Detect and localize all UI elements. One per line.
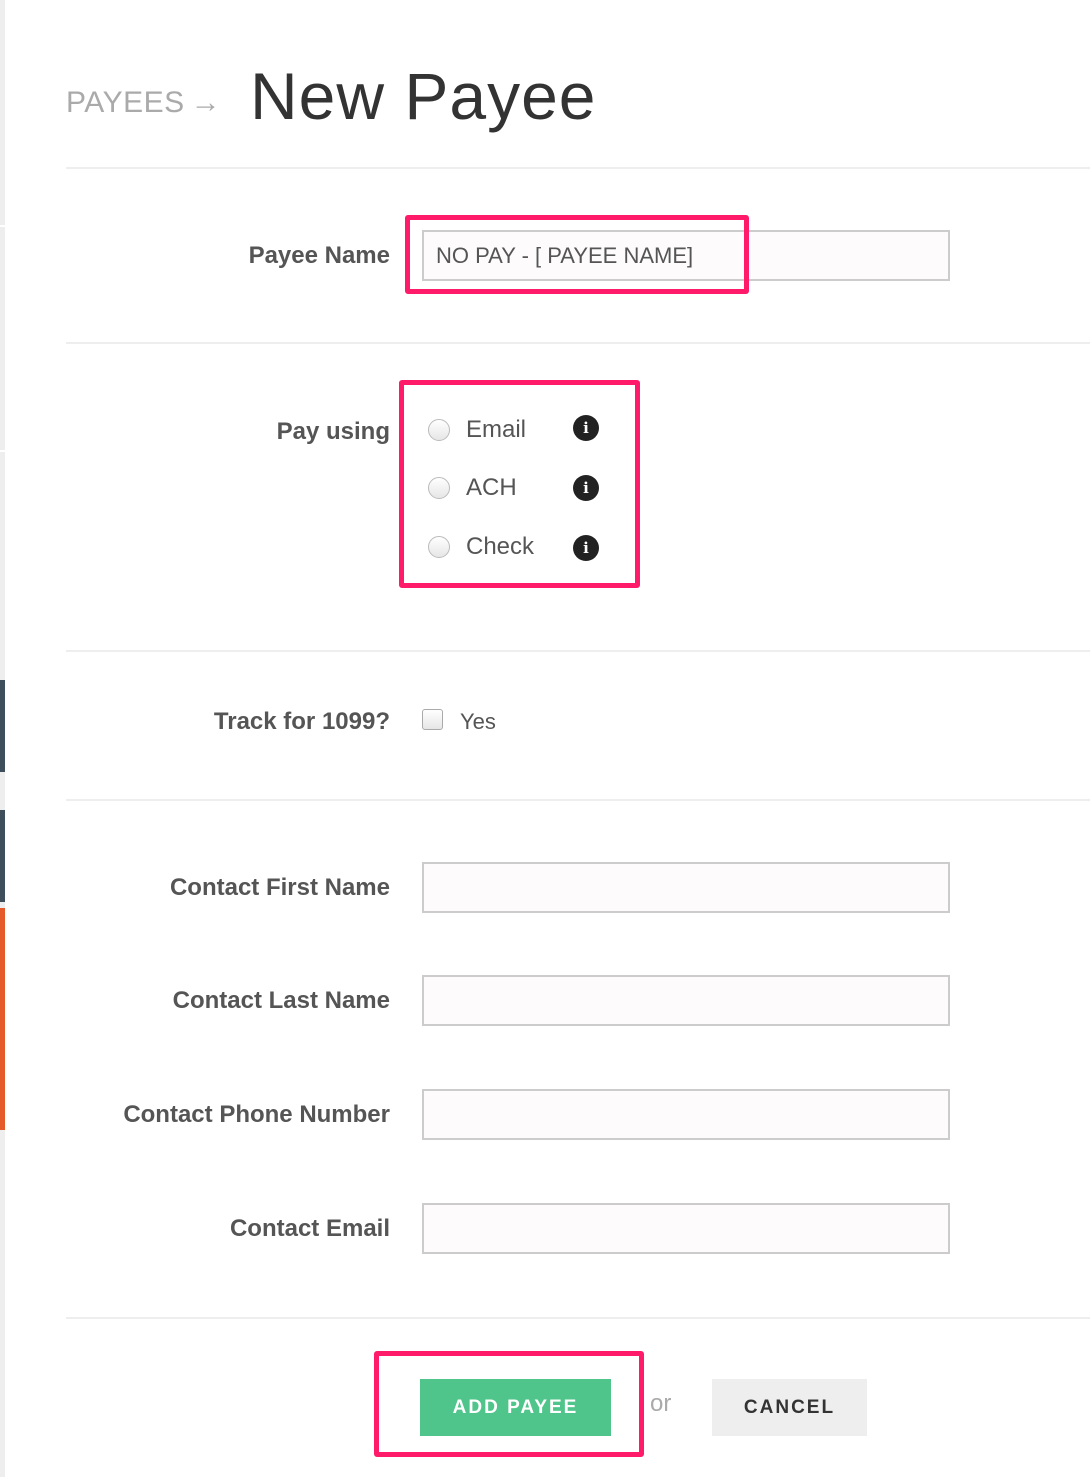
pay-using-label: Pay using: [276, 418, 390, 445]
contact-phone-input[interactable]: [422, 1089, 950, 1140]
contact-first-name-input[interactable]: [422, 862, 950, 913]
divider: [66, 799, 1090, 801]
divider: [66, 342, 1090, 344]
page-title: New Payee: [250, 59, 597, 133]
sidebar-tab-dark[interactable]: [0, 810, 5, 902]
contact-first-name-label: Contact First Name: [169, 874, 390, 901]
contact-last-name-label: Contact Last Name: [172, 987, 390, 1014]
cancel-button[interactable]: CANCEL: [712, 1379, 867, 1436]
payee-name-highlight: [405, 215, 749, 294]
contact-email-label: Contact Email: [229, 1215, 390, 1242]
add-payee-highlight: [374, 1351, 644, 1457]
contact-last-name-input[interactable]: [422, 975, 950, 1026]
breadcrumb-payees-link[interactable]: PAYEES: [66, 86, 185, 119]
track-1099-checkbox[interactable]: [422, 709, 443, 730]
or-separator: or: [650, 1390, 672, 1417]
sidebar-divider: [0, 225, 5, 227]
left-sidebar-strip: [0, 0, 5, 1477]
contact-phone-label: Contact Phone Number: [123, 1101, 390, 1128]
breadcrumb: PAYEES →: [66, 86, 221, 120]
sidebar-divider: [0, 450, 5, 452]
sidebar-tab-orange[interactable]: [0, 908, 5, 1130]
divider: [66, 167, 1090, 169]
payee-name-label: Payee Name: [248, 242, 390, 269]
divider: [66, 650, 1090, 652]
pay-using-highlight: [399, 380, 640, 588]
divider: [66, 1317, 1090, 1319]
sidebar-tab-dark[interactable]: [0, 680, 5, 772]
track-1099-yes-label[interactable]: Yes: [460, 709, 496, 735]
contact-email-input[interactable]: [422, 1203, 950, 1254]
arrow-right-icon: →: [190, 86, 222, 119]
track-1099-label: Track for 1099?: [213, 708, 390, 735]
